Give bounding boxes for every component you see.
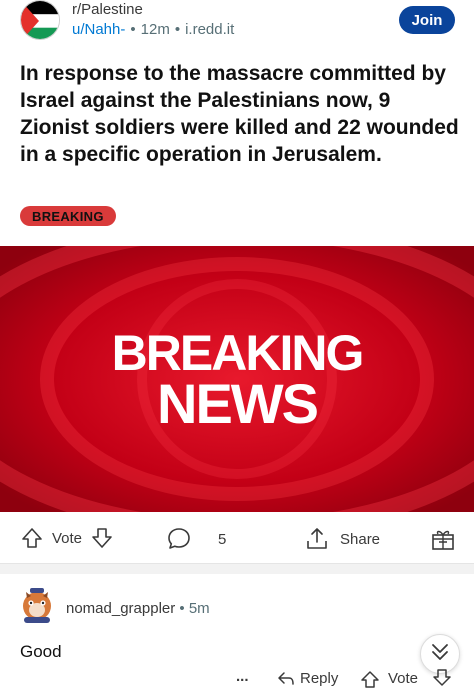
comment-vote-label: Vote: [388, 670, 419, 687]
post-action-bar: Vote 5 Share: [0, 512, 474, 564]
vote-label: Vote: [52, 529, 83, 547]
post-flair[interactable]: BREAKING: [20, 206, 116, 226]
comment-action-bar: ... Reply Vote: [0, 668, 474, 688]
post-domain[interactable]: i.redd.it: [185, 21, 234, 38]
comment-icon: [166, 526, 192, 552]
reply-icon[interactable]: [277, 670, 295, 688]
join-button[interactable]: Join: [399, 6, 455, 34]
image-text-news: NEWS: [157, 372, 319, 435]
comment-more-button[interactable]: ...: [236, 668, 249, 685]
post-title[interactable]: In response to the massacre committed by…: [20, 60, 460, 168]
reply-label[interactable]: Reply: [300, 670, 338, 687]
comment-count: 5: [218, 530, 227, 548]
upvote-icon[interactable]: [20, 526, 44, 550]
meta-separator: •: [174, 21, 181, 38]
subreddit-avatar-palestine-flag[interactable]: [20, 0, 60, 40]
subreddit-name[interactable]: r/Palestine: [72, 1, 143, 18]
comment-author[interactable]: nomad_grappler: [66, 600, 175, 617]
comment-upvote-icon[interactable]: [360, 670, 380, 688]
comments-button[interactable]: 5: [166, 526, 226, 552]
award-button[interactable]: [430, 526, 456, 552]
comment-downvote-icon[interactable]: [432, 668, 452, 688]
comment-age: 5m: [188, 600, 210, 617]
share-label: Share: [340, 530, 381, 548]
meta-separator: •: [179, 600, 189, 617]
downvote-icon[interactable]: [90, 526, 114, 550]
share-icon: [304, 526, 330, 552]
commenter-avatar[interactable]: [18, 584, 56, 624]
comment-body: Good: [20, 642, 62, 661]
meta-separator: •: [130, 21, 136, 38]
section-divider: [0, 564, 474, 574]
double-chevron-down-icon: [429, 641, 451, 668]
post-meta: u/Nahh- • 12m • i.redd.it: [72, 21, 234, 38]
award-gift-icon: [430, 526, 456, 552]
post-age: 12m: [140, 21, 170, 38]
vote-group: Vote: [20, 526, 114, 550]
post-author[interactable]: u/Nahh-: [72, 21, 125, 38]
share-button[interactable]: Share: [304, 526, 380, 552]
comment-meta: nomad_grappler • 5m: [66, 600, 210, 617]
post-header: r/Palestine u/Nahh- • 12m • i.redd.it Join: [0, 0, 474, 50]
image-text-breaking: BREAKING: [111, 325, 365, 381]
